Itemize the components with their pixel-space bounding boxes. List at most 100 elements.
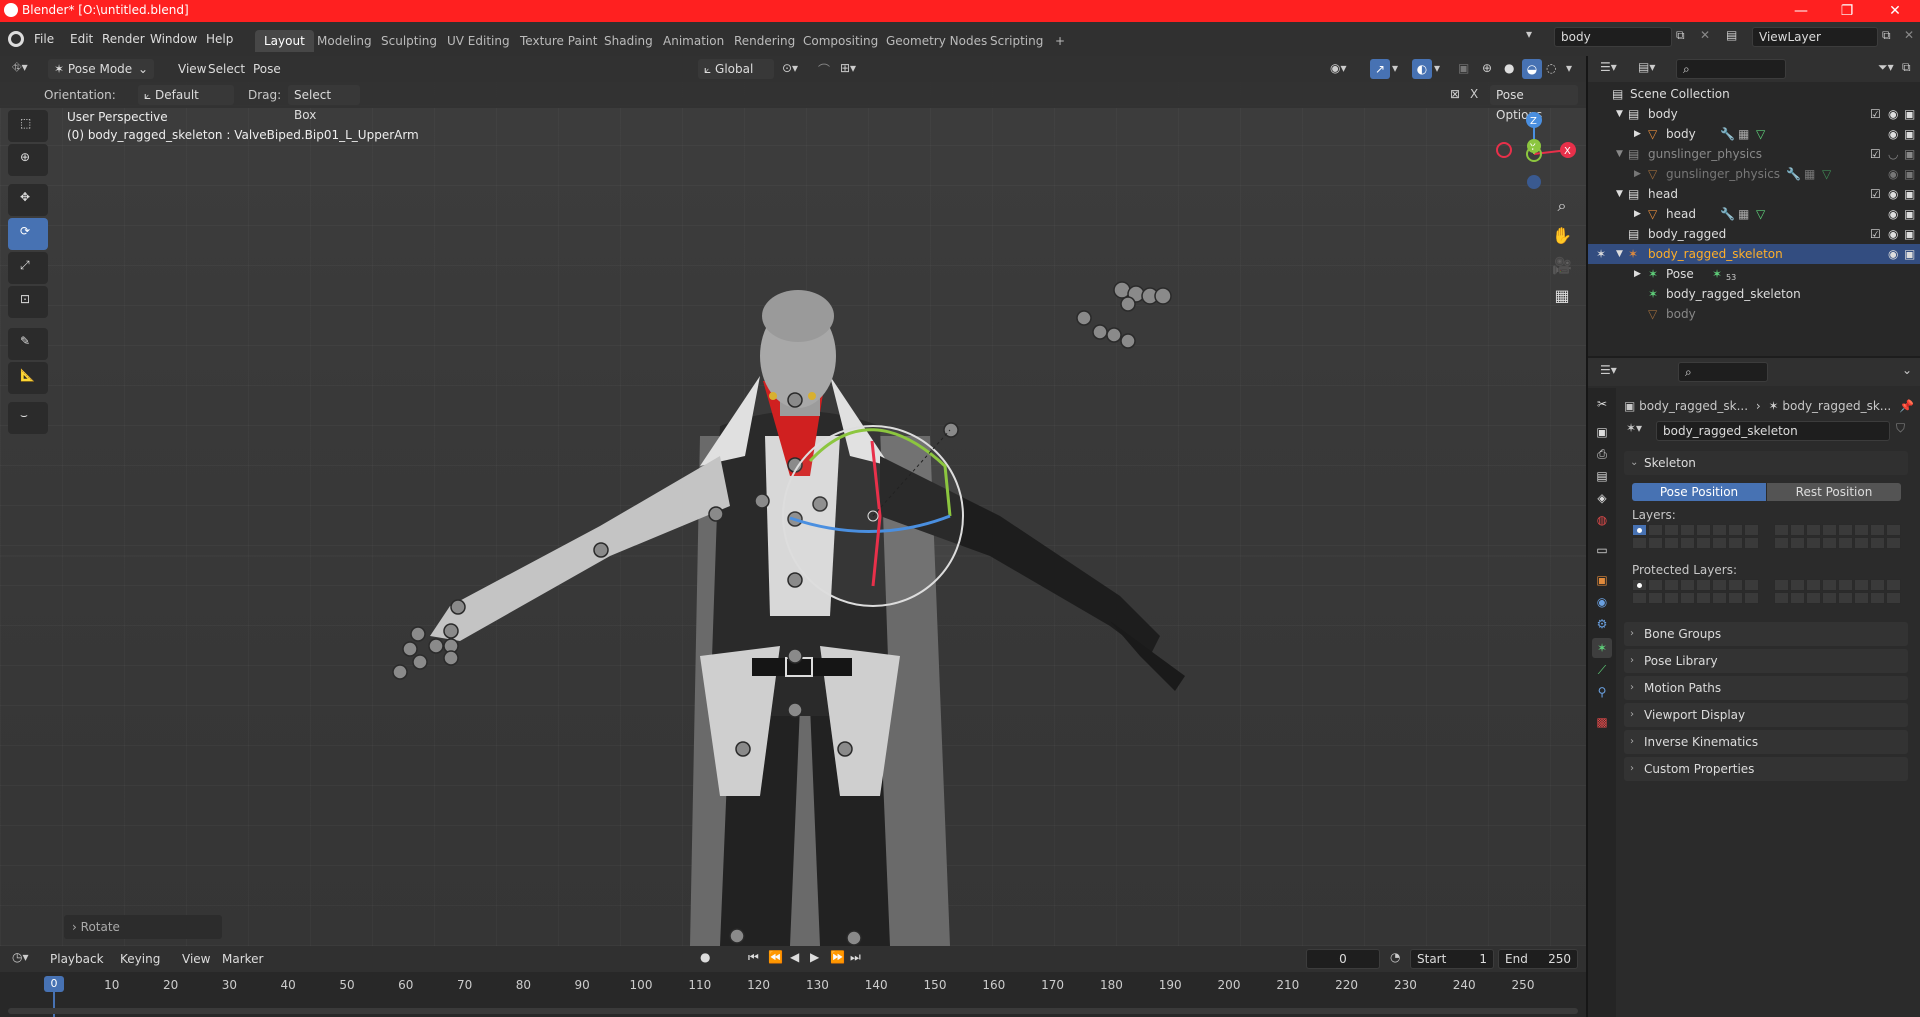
camera-icon[interactable]: ▣ bbox=[1904, 224, 1915, 244]
layer-toggle[interactable] bbox=[1886, 579, 1901, 591]
custom-properties-panel[interactable]: › Custom Properties bbox=[1624, 757, 1908, 781]
menu-render[interactable]: Render bbox=[96, 28, 151, 50]
rendered-shading-icon[interactable]: ◌ bbox=[1546, 61, 1556, 75]
layer-toggle[interactable] bbox=[1744, 592, 1759, 604]
tab-uv-editing[interactable]: UV Editing bbox=[438, 30, 519, 52]
layer-toggle[interactable] bbox=[1806, 524, 1821, 536]
layer-toggle[interactable] bbox=[1806, 537, 1821, 549]
viewport-menu-pose[interactable]: Pose bbox=[247, 58, 287, 80]
pin-icon[interactable]: 📌 bbox=[1899, 396, 1914, 416]
object-tab-icon[interactable]: ▣ bbox=[1592, 570, 1612, 590]
relax-pose-tool[interactable]: ⌣ bbox=[8, 402, 48, 434]
layer-toggle[interactable] bbox=[1886, 524, 1901, 536]
outliner-row-body-child[interactable]: ▽ body bbox=[1588, 304, 1920, 324]
eye-icon[interactable]: ◉ bbox=[1888, 104, 1898, 124]
layer-toggle[interactable] bbox=[1712, 524, 1727, 536]
layer-toggle[interactable] bbox=[1632, 537, 1647, 549]
layer-toggle[interactable] bbox=[1822, 579, 1837, 591]
checkbox-icon[interactable]: ☑ bbox=[1870, 224, 1881, 244]
outliner-row-head-object[interactable]: ▶ ▽ head 🔧 ▦ ▽ ◉ ▣ bbox=[1588, 204, 1920, 224]
outliner-search-input[interactable]: ⌕ bbox=[1676, 59, 1786, 79]
rotate-tool[interactable]: ⟳ bbox=[8, 218, 48, 250]
expand-icon[interactable]: ▼ bbox=[1616, 144, 1623, 164]
layer-toggle[interactable] bbox=[1806, 592, 1821, 604]
layer-toggle[interactable] bbox=[1854, 592, 1869, 604]
armature-data-tab-icon[interactable]: ✶ bbox=[1592, 638, 1612, 658]
camera-icon[interactable]: ▣ bbox=[1904, 184, 1915, 204]
output-tab-icon[interactable]: ⎙ bbox=[1592, 444, 1612, 464]
layer-toggle[interactable] bbox=[1870, 579, 1885, 591]
camera-icon[interactable]: ▣ bbox=[1904, 144, 1915, 164]
viewport-display-panel[interactable]: › Viewport Display bbox=[1624, 703, 1908, 727]
layer-toggle[interactable] bbox=[1838, 592, 1853, 604]
menu-help[interactable]: Help bbox=[200, 28, 239, 50]
tab-compositing[interactable]: Compositing bbox=[794, 30, 887, 52]
layer-toggle[interactable] bbox=[1648, 524, 1663, 536]
outliner-row-armature-data[interactable]: ✶ body_ragged_skeleton bbox=[1588, 284, 1920, 304]
layer-toggle[interactable] bbox=[1838, 537, 1853, 549]
overlay-toggle-icon[interactable]: ◐ bbox=[1412, 59, 1432, 79]
tab-texture-paint[interactable]: Texture Paint bbox=[511, 30, 606, 52]
new-scene-icon[interactable]: ⧉ bbox=[1676, 28, 1685, 43]
camera-icon[interactable]: ▣ bbox=[1904, 124, 1915, 144]
layer-toggle[interactable] bbox=[1696, 524, 1711, 536]
bone-groups-panel[interactable]: › Bone Groups bbox=[1624, 622, 1908, 646]
outliner-row-gunslinger-collection[interactable]: ▼ ▤ gunslinger_physics ☑ ◡ ▣ bbox=[1588, 144, 1920, 164]
layer-toggle[interactable] bbox=[1790, 592, 1805, 604]
timeline-scrollbar[interactable] bbox=[8, 1008, 1578, 1014]
checkbox-icon[interactable]: ☑ bbox=[1870, 144, 1881, 164]
layer-toggle[interactable] bbox=[1854, 537, 1869, 549]
layer-toggle[interactable] bbox=[1680, 592, 1695, 604]
material-shading-icon[interactable]: ◒ bbox=[1522, 59, 1542, 79]
delete-scene-icon[interactable]: ✕ bbox=[1700, 28, 1710, 42]
layer-toggle[interactable] bbox=[1822, 537, 1837, 549]
layer-toggle[interactable] bbox=[1664, 524, 1679, 536]
layer-toggle[interactable] bbox=[1648, 537, 1663, 549]
outliner-row-scene-collection[interactable]: ▤ Scene Collection bbox=[1588, 84, 1920, 104]
select-box-tool[interactable]: ⬚ bbox=[8, 110, 48, 142]
layer-toggle[interactable] bbox=[1696, 537, 1711, 549]
layer-toggle[interactable] bbox=[1822, 592, 1837, 604]
texture-tab-icon[interactable]: ▩ bbox=[1592, 712, 1612, 732]
new-collection-icon[interactable]: ⧉ bbox=[1902, 60, 1911, 75]
protected-layers-grid[interactable] bbox=[1632, 579, 1902, 607]
orientation-default-dropdown[interactable]: ⟀ Default bbox=[138, 85, 234, 105]
gizmo-dropdown-icon[interactable]: ▾ bbox=[1392, 61, 1398, 75]
checkbox-icon[interactable]: ☑ bbox=[1870, 104, 1881, 124]
layer-toggle[interactable] bbox=[1886, 592, 1901, 604]
outliner-row-skeleton[interactable]: ✶ ▼ ✶ body_ragged_skeleton ◉ ▣ bbox=[1588, 244, 1920, 264]
eye-icon[interactable]: ◉ bbox=[1888, 224, 1898, 244]
cursor-tool[interactable]: ⊕ bbox=[8, 144, 48, 176]
add-workspace-button[interactable]: + bbox=[1046, 30, 1074, 52]
restore-button[interactable]: ❐ bbox=[1824, 0, 1870, 22]
transform-tool[interactable]: ⊡ bbox=[8, 286, 48, 318]
outliner-row-gunslinger-object[interactable]: ▶ ▽ gunslinger_physics 🔧 ▦ ▽ ◉ ▣ bbox=[1588, 164, 1920, 184]
pose-mode-icon[interactable]: ✶ bbox=[1596, 244, 1606, 264]
expand-icon[interactable]: ▼ bbox=[1616, 184, 1623, 204]
layer-toggle[interactable] bbox=[1664, 579, 1679, 591]
properties-editor[interactable]: ☰▾ ⌕ ⌄ ✂ ▣ ⎙ ▤ ◈ ◍ ▭ ▣ ◉ ⚙ ✶ ⟋ ⚲ ▩ ▣ bod… bbox=[1588, 358, 1920, 1017]
layer-toggle[interactable] bbox=[1712, 579, 1727, 591]
expand-icon[interactable]: ▶ bbox=[1634, 124, 1641, 144]
tab-animation[interactable]: Animation bbox=[654, 30, 733, 52]
pose-library-panel[interactable]: › Pose Library bbox=[1624, 649, 1908, 673]
layer-toggle[interactable] bbox=[1632, 579, 1647, 591]
timeline-editor[interactable]: ◷▾ Playback Keying View Marker ● ⏮ ⏪ ◀ ▶… bbox=[0, 946, 1586, 1017]
options-dropdown-icon[interactable]: ⌄ bbox=[1902, 363, 1912, 377]
navigation-gizmo[interactable]: Z Y X bbox=[1490, 110, 1580, 200]
layer-toggle[interactable] bbox=[1790, 537, 1805, 549]
eye-icon[interactable]: ◉ bbox=[1888, 164, 1898, 184]
layer-toggle[interactable] bbox=[1696, 579, 1711, 591]
bone-tab-icon[interactable]: ⟋ bbox=[1592, 660, 1612, 680]
camera-icon[interactable]: ▣ bbox=[1904, 164, 1915, 184]
layer-toggle[interactable] bbox=[1838, 579, 1853, 591]
outliner[interactable]: ☰▾ ▤▾ ⌕ ⏷▾ ⧉ ▤ Scene Collection ▼ ▤ body… bbox=[1588, 56, 1920, 356]
xray-icon[interactable]: ▣ bbox=[1458, 61, 1469, 75]
layer-toggle[interactable] bbox=[1728, 579, 1743, 591]
layer-toggle[interactable] bbox=[1696, 592, 1711, 604]
layer-toggle[interactable] bbox=[1648, 592, 1663, 604]
tab-scripting[interactable]: Scripting bbox=[981, 30, 1052, 52]
outliner-row-head-collection[interactable]: ▼ ▤ head ☑ ◉ ▣ bbox=[1588, 184, 1920, 204]
layer-toggle[interactable] bbox=[1680, 524, 1695, 536]
world-tab-icon[interactable]: ◍ bbox=[1592, 510, 1612, 530]
